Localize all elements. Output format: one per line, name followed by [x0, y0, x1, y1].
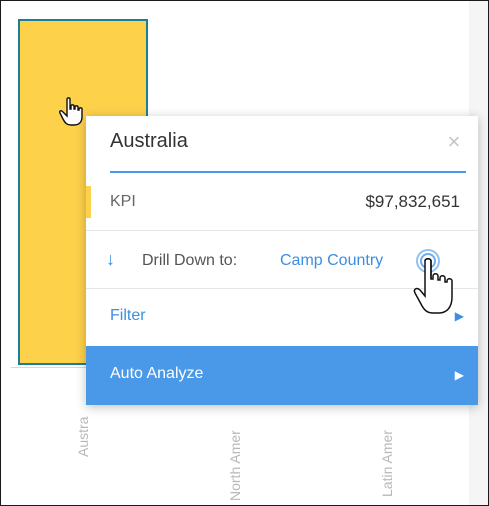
x-tick-label-north-america: North Amer	[227, 430, 243, 501]
close-icon[interactable]: ×	[444, 131, 464, 153]
hand-cursor-icon	[59, 97, 83, 126]
kpi-label: KPI	[110, 193, 136, 210]
hand-pointer-icon	[413, 249, 453, 314]
divider	[86, 230, 478, 231]
chart-canvas: Austra North Amer Latin Amer Australia ×…	[0, 0, 489, 506]
popup-header: Australia ×	[86, 116, 478, 171]
arrow-down-icon: ↓	[106, 249, 115, 269]
series-color-marker	[86, 186, 91, 218]
chevron-right-icon: ▶	[454, 368, 464, 382]
drill-down-label: Drill Down to:	[142, 252, 238, 269]
popup-title: Australia	[110, 130, 188, 152]
title-underline	[110, 171, 466, 173]
drill-down-target-link[interactable]: Camp Country	[280, 252, 383, 270]
auto-analyze-menu-item[interactable]: Auto Analyze ▶	[86, 346, 478, 405]
filter-label: Filter	[110, 307, 146, 324]
kpi-value: $97,832,651	[365, 192, 460, 211]
kpi-row: KPI $97,832,651	[86, 180, 478, 224]
auto-analyze-label: Auto Analyze	[110, 365, 204, 382]
